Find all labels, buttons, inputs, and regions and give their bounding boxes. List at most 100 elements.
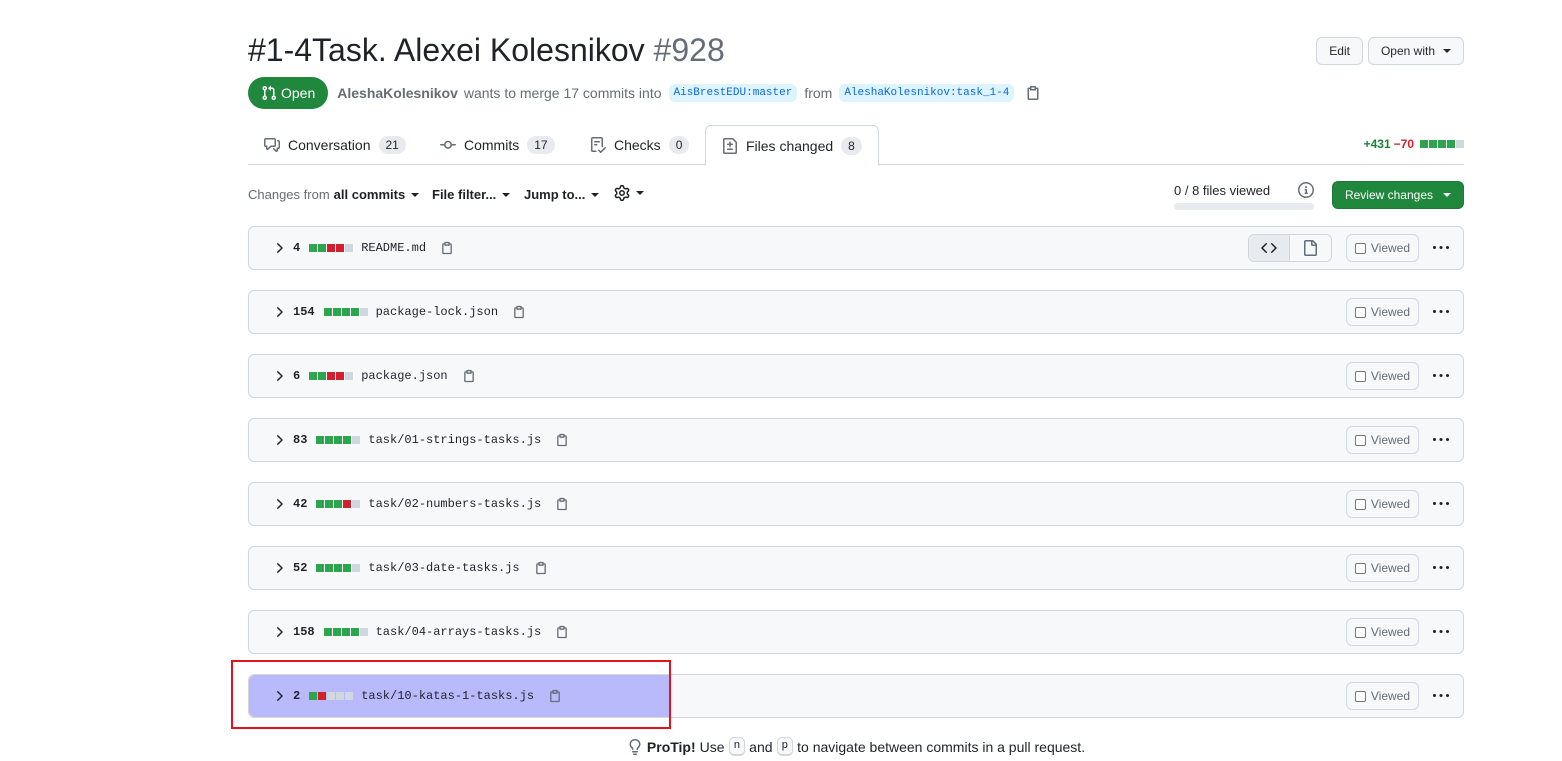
author-link[interactable]: AleshaKolesnikov <box>337 85 458 101</box>
pr-meta: Open AleshaKolesnikov wants to merge 17 … <box>248 77 1041 109</box>
checklist-icon <box>590 137 606 153</box>
file-row[interactable]: 154 package-lock.json Viewed <box>248 290 1464 334</box>
kebab-horizontal-icon[interactable] <box>1433 240 1449 256</box>
file-diffstat-blocks <box>316 436 361 444</box>
caret-down-icon <box>502 192 511 197</box>
file-row[interactable]: 158 task/04-arrays-tasks.js Viewed <box>248 610 1464 654</box>
chevron-right-icon[interactable] <box>271 368 287 389</box>
kebab-horizontal-icon[interactable] <box>1433 624 1449 640</box>
diffstat-block-added <box>1429 140 1437 148</box>
file-name[interactable]: task/01-strings-tasks.js <box>368 433 541 447</box>
viewed-checkbox[interactable]: Viewed <box>1345 554 1419 582</box>
copy-icon[interactable] <box>440 241 454 255</box>
diffstat-block-added <box>334 564 343 572</box>
review-changes-button[interactable]: Review changes <box>1331 181 1464 209</box>
diffstat-blocks <box>1420 140 1464 148</box>
file-actions: Viewed <box>1345 426 1449 454</box>
chevron-right-icon[interactable] <box>271 240 287 261</box>
diffstat-block-added <box>343 436 352 444</box>
file-row[interactable]: 4 README.md Viewed <box>248 226 1464 270</box>
file-row[interactable]: 2 task/10-katas-1-tasks.js Viewed <box>248 674 1464 718</box>
file-filter-dropdown[interactable]: File filter... <box>432 187 511 202</box>
diffstat-block-added <box>350 628 359 636</box>
pr-tabs: Conversation 21 Commits 17 Checks 0 File… <box>248 125 1464 166</box>
kbd-key-n: n <box>728 737 746 756</box>
file-icon[interactable] <box>1289 235 1331 261</box>
open-with-button[interactable]: Open with <box>1367 37 1464 65</box>
copy-icon[interactable] <box>555 433 569 447</box>
file-row[interactable]: 52 task/03-date-tasks.js Viewed <box>248 546 1464 590</box>
kebab-horizontal-icon[interactable] <box>1433 560 1449 576</box>
comment-discussion-icon <box>264 137 280 153</box>
diffstat-block-added <box>343 564 352 572</box>
changes-from-value: all commits <box>333 187 406 202</box>
jump-to-dropdown[interactable]: Jump to... <box>524 187 600 202</box>
checkbox-icon <box>1354 562 1366 574</box>
file-name[interactable]: task/10-katas-1-tasks.js <box>361 689 534 703</box>
file-diffstat-blocks <box>323 628 368 636</box>
file-change-count: 4 <box>293 241 301 255</box>
chevron-right-icon[interactable] <box>271 624 287 645</box>
kebab-horizontal-icon[interactable] <box>1433 688 1449 704</box>
head-branch[interactable]: AleshaKolesnikov:task_1-4 <box>839 84 1015 102</box>
viewed-checkbox[interactable]: Viewed <box>1345 682 1419 710</box>
file-name[interactable]: package.json <box>361 369 447 383</box>
changes-from-dropdown[interactable]: Changes from all commits <box>248 187 420 202</box>
diffstat-block-added <box>334 436 343 444</box>
file-name[interactable]: package-lock.json <box>376 305 498 319</box>
base-branch[interactable]: AisBrestEDU:master <box>668 84 798 102</box>
copy-icon[interactable] <box>534 561 548 575</box>
viewed-checkbox[interactable]: Viewed <box>1345 618 1419 646</box>
viewed-checkbox[interactable]: Viewed <box>1345 426 1419 454</box>
kebab-horizontal-icon[interactable] <box>1433 496 1449 512</box>
copy-icon[interactable] <box>548 689 562 703</box>
tab-checks[interactable]: Checks 0 <box>574 125 705 165</box>
kebab-horizontal-icon[interactable] <box>1433 432 1449 448</box>
diffstat-block-added <box>316 500 325 508</box>
file-name[interactable]: README.md <box>361 241 426 255</box>
viewed-checkbox[interactable]: Viewed <box>1345 234 1419 262</box>
protip-text-before: Use <box>699 738 725 755</box>
files-viewed-bar <box>1174 203 1314 210</box>
file-row[interactable]: 83 task/01-strings-tasks.js Viewed <box>248 418 1464 462</box>
protip: ProTip! Use n and p to navigate between … <box>248 737 1464 756</box>
info-icon[interactable] <box>1298 182 1314 201</box>
viewed-checkbox[interactable]: Viewed <box>1345 298 1419 326</box>
diffstat-block-added <box>341 308 350 316</box>
viewed-checkbox[interactable]: Viewed <box>1345 490 1419 518</box>
tab-label: Checks <box>614 137 661 153</box>
diffstat-block-added <box>334 500 343 508</box>
kebab-horizontal-icon[interactable] <box>1433 304 1449 320</box>
tab-files-changed[interactable]: Files changed 8 <box>705 125 879 166</box>
code-icon[interactable] <box>1248 235 1290 261</box>
file-row[interactable]: 42 task/02-numbers-tasks.js Viewed <box>248 482 1464 526</box>
copy-icon[interactable] <box>462 369 476 383</box>
file-row[interactable]: 6 package.json Viewed <box>248 354 1464 398</box>
light-bulb-icon <box>627 738 643 755</box>
copy-icon[interactable] <box>555 625 569 639</box>
diffstat-block-added <box>1438 140 1446 148</box>
chevron-right-icon[interactable] <box>271 688 287 709</box>
chevron-right-icon[interactable] <box>271 496 287 517</box>
file-name[interactable]: task/04-arrays-tasks.js <box>376 625 542 639</box>
chevron-right-icon[interactable] <box>271 560 287 581</box>
file-name[interactable]: task/02-numbers-tasks.js <box>368 497 541 511</box>
kebab-horizontal-icon[interactable] <box>1433 368 1449 384</box>
chevron-right-icon[interactable] <box>271 304 287 325</box>
chevron-right-icon[interactable] <box>271 432 287 453</box>
tab-commits[interactable]: Commits 17 <box>424 125 571 165</box>
file-name[interactable]: task/03-date-tasks.js <box>368 561 519 575</box>
viewed-label: Viewed <box>1370 241 1410 255</box>
diffstat-block-neutral <box>1456 140 1464 148</box>
edit-button[interactable]: Edit <box>1316 37 1363 65</box>
file-info: 83 task/01-strings-tasks.js <box>293 419 569 461</box>
copy-icon[interactable] <box>555 497 569 511</box>
viewed-label: Viewed <box>1370 369 1410 383</box>
viewed-checkbox[interactable]: Viewed <box>1345 362 1419 390</box>
file-change-count: 2 <box>293 689 301 703</box>
tab-conversation[interactable]: Conversation 21 <box>248 125 422 165</box>
copy-icon[interactable] <box>1025 85 1041 101</box>
diff-settings-dropdown[interactable] <box>614 185 644 201</box>
copy-icon[interactable] <box>512 305 526 319</box>
diffstat-block-added <box>1447 140 1455 148</box>
